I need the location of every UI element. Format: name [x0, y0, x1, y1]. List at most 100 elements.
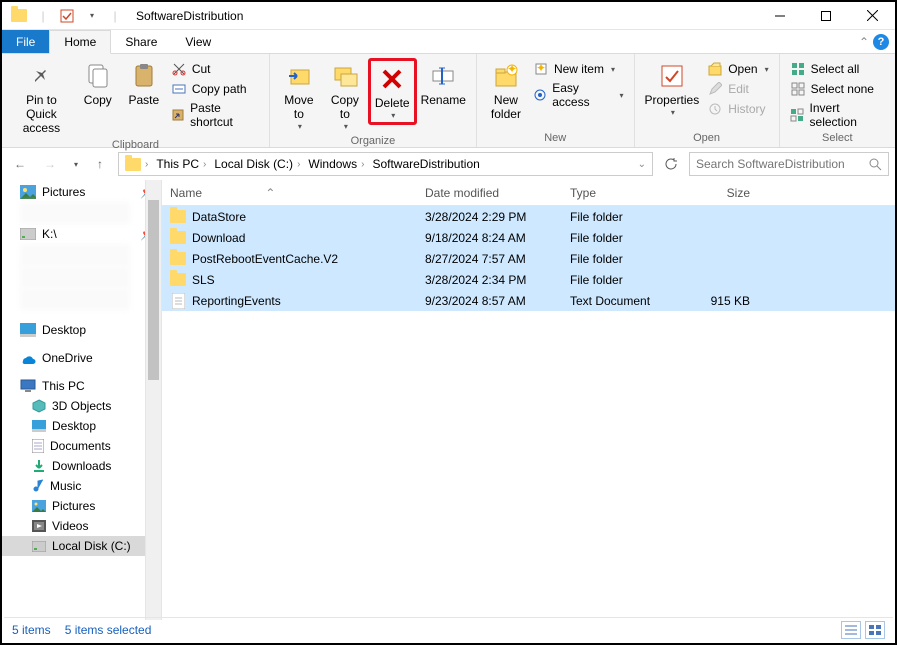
- file-date: 8/27/2024 7:57 AM: [425, 252, 570, 266]
- view-details-button[interactable]: [841, 621, 861, 639]
- qa-properties-icon[interactable]: [56, 5, 78, 27]
- nav-up-button[interactable]: ↑: [88, 152, 112, 176]
- table-row[interactable]: Download9/18/2024 8:24 AMFile folder: [162, 227, 895, 248]
- collapse-ribbon-icon[interactable]: ⌃: [859, 35, 869, 49]
- tab-share[interactable]: Share: [111, 30, 171, 53]
- nav-scrollbar-thumb[interactable]: [148, 200, 159, 380]
- tab-view[interactable]: View: [171, 30, 225, 53]
- nav-videos[interactable]: Videos: [2, 516, 161, 536]
- breadcrumb-dropdown-icon[interactable]: ⌄: [636, 159, 648, 170]
- copy-to-button[interactable]: Copy to▾: [322, 58, 368, 133]
- nav-onedrive[interactable]: OneDrive: [2, 348, 161, 368]
- nav-pictures[interactable]: Pictures📌: [2, 182, 161, 202]
- breadcrumb-softwaredistribution[interactable]: SoftwareDistribution: [370, 157, 481, 171]
- open-icon: [707, 61, 723, 77]
- nav-item-redacted: [20, 288, 130, 310]
- help-icon[interactable]: ?: [873, 34, 889, 50]
- search-icon[interactable]: [869, 158, 882, 171]
- folder-icon: [170, 209, 186, 225]
- nav-back-button[interactable]: ←: [8, 152, 32, 176]
- window-title: SoftwareDistribution: [136, 9, 757, 23]
- nav-forward-button[interactable]: →: [38, 152, 62, 176]
- file-type: File folder: [570, 210, 690, 224]
- search-box[interactable]: [689, 152, 889, 176]
- file-date: 9/18/2024 8:24 AM: [425, 231, 570, 245]
- file-type: File folder: [570, 231, 690, 245]
- music-icon: [32, 479, 44, 493]
- easy-access-button[interactable]: Easy access▾: [529, 80, 628, 110]
- nav-desktop2[interactable]: Desktop: [2, 416, 161, 436]
- breadcrumb-local-disk[interactable]: Local Disk (C:)›: [212, 157, 304, 171]
- qa-dropdown-icon[interactable]: ▾: [80, 5, 102, 27]
- ribbon-group-organize: Move to▾ Copy to▾ Delete▾ Rename Organiz…: [270, 54, 477, 147]
- nav-downloads[interactable]: Downloads: [2, 456, 161, 476]
- edit-button[interactable]: Edit: [703, 80, 772, 98]
- nav-pictures2[interactable]: Pictures: [2, 496, 161, 516]
- breadcrumb[interactable]: › This PC› Local Disk (C:)› Windows› Sof…: [118, 152, 653, 176]
- pictures-icon: [20, 185, 36, 199]
- new-folder-button[interactable]: ✦New folder: [483, 58, 529, 124]
- nav-3d-objects[interactable]: 3D Objects: [2, 396, 161, 416]
- breadcrumb-root-icon[interactable]: ›: [123, 158, 152, 171]
- column-headers: Name ⌃ Date modified Type Size: [162, 180, 895, 206]
- breadcrumb-this-pc[interactable]: This PC›: [154, 157, 210, 171]
- view-large-icons-button[interactable]: [865, 621, 885, 639]
- tab-file[interactable]: File: [2, 30, 49, 53]
- table-row[interactable]: ReportingEvents9/23/2024 8:57 AMText Doc…: [162, 290, 895, 311]
- table-row[interactable]: PostRebootEventCache.V28/27/2024 7:57 AM…: [162, 248, 895, 269]
- status-selected-count: 5 items selected: [65, 623, 152, 637]
- nav-item-redacted: [20, 244, 130, 266]
- nav-scrollbar[interactable]: [145, 180, 161, 620]
- maximize-button[interactable]: [803, 2, 849, 30]
- close-button[interactable]: [849, 2, 895, 30]
- paste-shortcut-button[interactable]: Paste shortcut: [167, 100, 263, 130]
- tab-home[interactable]: Home: [49, 30, 111, 54]
- delete-button[interactable]: Delete▾: [368, 58, 417, 125]
- cut-button[interactable]: Cut: [167, 60, 263, 78]
- history-button[interactable]: History: [703, 100, 772, 118]
- refresh-button[interactable]: [659, 152, 683, 176]
- file-name: SLS: [192, 273, 215, 287]
- col-header-date[interactable]: Date modified: [425, 186, 570, 200]
- nav-documents[interactable]: Documents: [2, 436, 161, 456]
- file-name: ReportingEvents: [192, 294, 281, 308]
- nav-recent-dropdown[interactable]: ▾: [68, 152, 82, 176]
- title-bar: | ▾ | SoftwareDistribution: [2, 2, 895, 30]
- onedrive-icon: [20, 352, 36, 364]
- col-header-size[interactable]: Size: [690, 186, 760, 200]
- nav-local-disk[interactable]: Local Disk (C:): [2, 536, 161, 556]
- search-input[interactable]: [696, 157, 863, 171]
- list-pane: Name ⌃ Date modified Type Size DataStore…: [162, 180, 895, 620]
- new-item-button[interactable]: ✦New item▾: [529, 60, 628, 78]
- copy-button[interactable]: Copy: [75, 58, 121, 110]
- file-type: File folder: [570, 273, 690, 287]
- col-header-name[interactable]: Name ⌃: [170, 186, 425, 200]
- select-none-button[interactable]: Select none: [786, 80, 889, 98]
- properties-button[interactable]: Properties▾: [641, 58, 704, 119]
- nav-music[interactable]: Music: [2, 476, 161, 496]
- properties-icon: [656, 60, 688, 92]
- pin-to-quick-access-button[interactable]: Pin to Quick access: [8, 58, 75, 137]
- file-type: File folder: [570, 252, 690, 266]
- file-name: DataStore: [192, 210, 246, 224]
- ribbon-group-clipboard: Pin to Quick access Copy Paste Cut Copy …: [2, 54, 270, 147]
- paste-icon: [128, 60, 160, 92]
- copy-icon: [82, 60, 114, 92]
- nav-this-pc[interactable]: This PC: [2, 376, 161, 396]
- move-to-button[interactable]: Move to▾: [276, 58, 322, 133]
- paste-button[interactable]: Paste: [121, 58, 167, 110]
- rename-button[interactable]: Rename: [417, 58, 470, 110]
- table-row[interactable]: DataStore3/28/2024 2:29 PMFile folder: [162, 206, 895, 227]
- invert-selection-button[interactable]: Invert selection: [786, 100, 889, 130]
- minimize-button[interactable]: [757, 2, 803, 30]
- select-all-button[interactable]: Select all: [786, 60, 889, 78]
- nav-desktop[interactable]: Desktop: [2, 320, 161, 340]
- breadcrumb-windows[interactable]: Windows›: [306, 157, 368, 171]
- ribbon-group-open: Properties▾ Open▾ Edit History Open: [635, 54, 780, 147]
- open-button[interactable]: Open▾: [703, 60, 772, 78]
- select-all-icon: [790, 61, 806, 77]
- table-row[interactable]: SLS3/28/2024 2:34 PMFile folder: [162, 269, 895, 290]
- copy-path-button[interactable]: Copy path: [167, 80, 263, 98]
- nav-kdrive[interactable]: K:\📌: [2, 224, 161, 244]
- col-header-type[interactable]: Type: [570, 186, 690, 200]
